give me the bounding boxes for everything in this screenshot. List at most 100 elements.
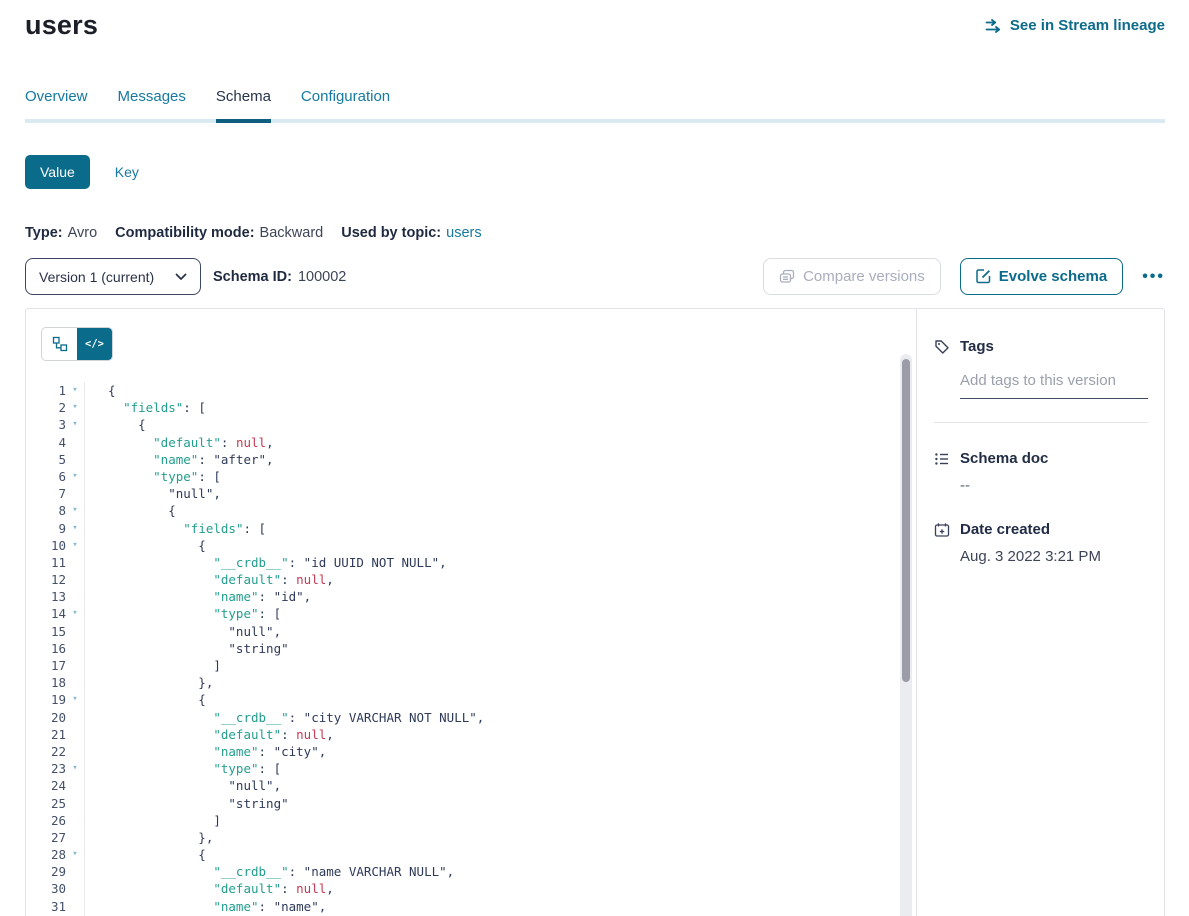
code-line: 10▾ { (26, 537, 916, 554)
schema-id-label: Schema ID: (213, 269, 292, 285)
schema-id: Schema ID: 100002 (213, 269, 346, 285)
collapse-toggle-icon[interactable]: ▾ (66, 502, 84, 519)
line-number: 19 (26, 691, 66, 708)
list-icon (934, 451, 950, 467)
collapse-toggle-icon[interactable]: ▾ (66, 382, 84, 399)
code-line-text: "null", (85, 777, 281, 794)
collapse-toggle-icon[interactable]: ▾ (66, 399, 84, 416)
code-line-text: "__crdb__": "name VARCHAR NULL", (85, 863, 454, 880)
collapse-toggle-icon[interactable]: ▾ (66, 468, 84, 485)
code-line: 29 "__crdb__": "name VARCHAR NULL", (26, 863, 916, 880)
schema-code-panel: </> 1▾{2▾ "fields": [3▾ {4 "default": nu… (26, 309, 917, 916)
collapse-toggle-icon[interactable]: ▾ (66, 760, 84, 777)
gutter-spacer (66, 571, 84, 588)
code-line-text: }, (85, 674, 213, 691)
code-line-text: "name": "name", (85, 898, 326, 915)
code-line-text: }, (85, 829, 213, 846)
date-created-title: Date created (960, 521, 1050, 538)
line-number: 1 (26, 382, 66, 399)
code-line-text: { (85, 691, 206, 708)
code-line: 7 "null", (26, 485, 916, 502)
schema-doc-section: Schema doc -- (934, 450, 1148, 494)
gutter-spacer (66, 623, 84, 640)
line-number: 24 (26, 777, 66, 794)
collapse-toggle-icon[interactable]: ▾ (66, 520, 84, 537)
code-line: 16 "string" (26, 640, 916, 657)
line-number: 11 (26, 554, 66, 571)
gutter-spacer (66, 674, 84, 691)
tag-icon (934, 339, 950, 355)
stream-lineage-icon (985, 19, 1003, 33)
gutter-spacer (66, 451, 84, 468)
tab-overview[interactable]: Overview (25, 88, 88, 119)
code-line: 30 "default": null, (26, 880, 916, 897)
gutter-spacer (66, 795, 84, 812)
schema-card: </> 1▾{2▾ "fields": [3▾ {4 "default": nu… (25, 308, 1165, 916)
code-line-text: "fields": [ (85, 520, 266, 537)
more-actions-button[interactable]: ••• (1142, 268, 1165, 286)
code-line-text: { (85, 416, 146, 433)
tab-schema[interactable]: Schema (216, 88, 271, 119)
code-line-text: ] (85, 657, 221, 674)
gutter-spacer (66, 657, 84, 674)
code-line: 21 "default": null, (26, 726, 916, 743)
sidebar-divider (934, 422, 1148, 423)
tree-view-button[interactable] (42, 328, 77, 360)
line-number: 28 (26, 846, 66, 863)
code-line-text: "fields": [ (85, 399, 206, 416)
schema-id-value: 100002 (298, 269, 346, 285)
view-toggle-group: </> (41, 327, 113, 361)
code-editor: 1▾{2▾ "fields": [3▾ {4 "default": null,5… (26, 382, 916, 916)
line-number: 22 (26, 743, 66, 760)
code-scrollbar-thumb[interactable] (902, 359, 910, 682)
gutter-spacer (66, 709, 84, 726)
code-scrollbar-track[interactable] (900, 354, 912, 916)
collapse-toggle-icon[interactable]: ▾ (66, 846, 84, 863)
gutter-spacer (66, 485, 84, 502)
collapse-toggle-icon[interactable]: ▾ (66, 605, 84, 622)
code-line-text: { (85, 537, 206, 554)
calendar-plus-icon (934, 522, 950, 538)
code-view-button[interactable]: </> (77, 328, 112, 360)
gutter-spacer (66, 554, 84, 571)
code-line: 25 "string" (26, 795, 916, 812)
evolve-schema-button[interactable]: Evolve schema (960, 258, 1123, 295)
schema-doc-header: Schema doc (934, 450, 1148, 467)
line-number: 26 (26, 812, 66, 829)
code-line-text: "__crdb__": "city VARCHAR NOT NULL", (85, 709, 484, 726)
tab-configuration[interactable]: Configuration (301, 88, 390, 119)
used-by-topic: Used by topic: users (341, 225, 481, 241)
tags-input[interactable] (960, 372, 1148, 399)
line-number: 9 (26, 520, 66, 537)
code-line: 5 "name": "after", (26, 451, 916, 468)
key-toggle-button[interactable]: Key (115, 164, 139, 180)
code-line-text: "name": "city", (85, 743, 326, 760)
date-created-section: Date created Aug. 3 2022 3:21 PM (934, 521, 1148, 565)
code-line: 23▾ "type": [ (26, 760, 916, 777)
value-toggle-button[interactable]: Value (25, 155, 90, 189)
schema-doc-value: -- (960, 477, 1148, 494)
code-line-text: "default": null, (85, 434, 274, 451)
version-select[interactable]: Version 1 (current) (25, 258, 201, 295)
tab-messages[interactable]: Messages (118, 88, 186, 119)
see-in-stream-lineage-link[interactable]: See in Stream lineage (985, 17, 1165, 34)
code-line: 12 "default": null, (26, 571, 916, 588)
topic-link[interactable]: users (446, 225, 481, 241)
collapse-toggle-icon[interactable]: ▾ (66, 537, 84, 554)
date-created-header: Date created (934, 521, 1148, 538)
line-number: 6 (26, 468, 66, 485)
code-line-text: "type": [ (85, 468, 221, 485)
collapse-toggle-icon[interactable]: ▾ (66, 416, 84, 433)
code-line: 2▾ "fields": [ (26, 399, 916, 416)
version-bar-actions: Compare versions Evolve schema ••• (763, 258, 1165, 295)
code-line: 6▾ "type": [ (26, 468, 916, 485)
tags-title: Tags (960, 338, 994, 355)
code-line-text: "null", (85, 623, 281, 640)
page-title: users (25, 10, 98, 41)
line-number: 2 (26, 399, 66, 416)
code-line: 14▾ "type": [ (26, 605, 916, 622)
line-number: 31 (26, 898, 66, 915)
collapse-toggle-icon[interactable]: ▾ (66, 691, 84, 708)
compare-versions-button[interactable]: Compare versions (763, 258, 941, 295)
gutter-spacer (66, 880, 84, 897)
